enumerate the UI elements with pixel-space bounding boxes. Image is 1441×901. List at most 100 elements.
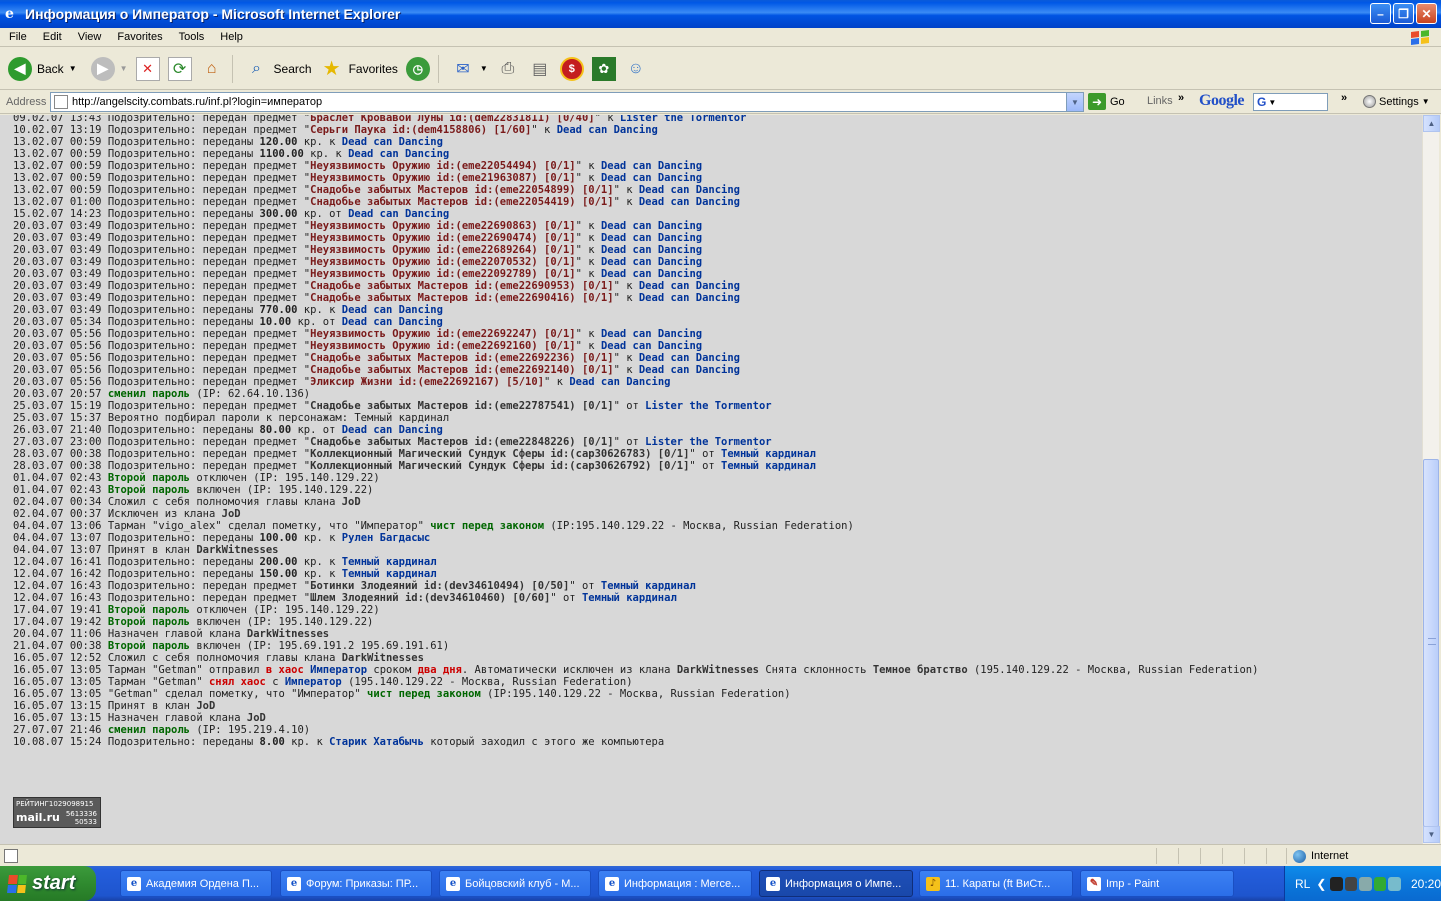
character-link[interactable]: Dead can Dancing: [348, 208, 449, 220]
steam-tray-icon[interactable]: [1344, 876, 1358, 891]
character-link[interactable]: Dead can Dancing: [342, 424, 443, 436]
task-button-1[interactable]: e Академия Ордена П...: [120, 870, 272, 897]
vertical-scrollbar[interactable]: ▲ ▼: [1422, 115, 1440, 844]
language-indicator[interactable]: RL: [1295, 877, 1310, 891]
character-link[interactable]: Темный кардинал: [582, 592, 677, 604]
character-link[interactable]: Dead can Dancing: [601, 172, 702, 184]
scroll-down-icon[interactable]: ▼: [1423, 826, 1440, 843]
google-chevron-icon[interactable]: »: [1341, 92, 1347, 104]
log-entry: 12.04.07 16:43 Подозрительно: передан пр…: [13, 580, 1258, 592]
character-link[interactable]: Рулен Багдасыс: [342, 532, 431, 544]
links-chevron-icon[interactable]: »: [1178, 92, 1184, 104]
character-link[interactable]: Dead can Dancing: [348, 148, 449, 160]
network-tray-icon[interactable]: [1359, 876, 1372, 891]
addon-button-2[interactable]: ✿: [591, 56, 616, 81]
scroll-thumb[interactable]: [1423, 459, 1439, 827]
character-link[interactable]: Lister the Tormentor: [645, 400, 771, 412]
character-link[interactable]: Dead can Dancing: [601, 160, 702, 172]
home-button[interactable]: ⌂: [200, 57, 224, 81]
rating-counter[interactable]: РЕЙТИНГ1029098915 mail.ru 5613336 50533: [13, 797, 101, 828]
character-link[interactable]: Dead can Dancing: [639, 280, 740, 292]
settings-button[interactable]: Settings ▼: [1363, 95, 1430, 108]
character-link[interactable]: Dead can Dancing: [601, 220, 702, 232]
menu-help[interactable]: Help: [211, 31, 250, 43]
messenger-button[interactable]: ☺: [624, 57, 648, 81]
task-button-5[interactable]: e Информация о Импе...: [759, 870, 913, 897]
task-button-7[interactable]: ✎ Imp - Paint: [1080, 870, 1234, 897]
maximize-button[interactable]: ❐: [1393, 3, 1414, 24]
character-link[interactable]: Старик Хатабычь: [329, 736, 424, 748]
menu-edit[interactable]: Edit: [34, 31, 69, 43]
character-link[interactable]: Dead can Dancing: [639, 184, 740, 196]
character-link[interactable]: Dead can Dancing: [639, 196, 740, 208]
refresh-button[interactable]: ⟳: [167, 56, 192, 81]
start-button[interactable]: start: [0, 866, 96, 901]
back-dropdown-icon[interactable]: ▼: [69, 64, 77, 73]
task-button-4[interactable]: e Информация : Merce...: [598, 870, 752, 897]
search-button[interactable]: ⌕ Search: [245, 57, 312, 81]
character-link[interactable]: Lister the Tormentor: [645, 436, 771, 448]
menu-favorites[interactable]: Favorites: [108, 31, 169, 43]
google-search-box[interactable]: G ▼: [1253, 93, 1328, 111]
character-link[interactable]: Lister the Tormentor: [620, 115, 746, 124]
print-button[interactable]: ⎙: [496, 57, 520, 81]
tray-expand-icon[interactable]: ❮: [1316, 877, 1326, 891]
task-button-6[interactable]: ♪ 11. Караты (ft ВиСт...: [919, 870, 1073, 897]
character-link[interactable]: Dead can Dancing: [601, 256, 702, 268]
character-link[interactable]: Темный кардинал: [601, 580, 696, 592]
mail-button[interactable]: ✉ ▼: [451, 57, 488, 81]
tray-star-icon[interactable]: [1388, 876, 1401, 891]
menu-view[interactable]: View: [69, 31, 109, 43]
task-button-2[interactable]: e Форум: Приказы: ПР...: [280, 870, 432, 897]
close-button[interactable]: ✕: [1416, 3, 1437, 24]
character-link[interactable]: Dead can Dancing: [342, 316, 443, 328]
character-link[interactable]: Dead can Dancing: [601, 340, 702, 352]
google-dropdown-icon[interactable]: ▼: [1268, 98, 1276, 107]
character-link[interactable]: Dead can Dancing: [601, 268, 702, 280]
task-button-3[interactable]: e Бойцовский клуб - М...: [439, 870, 591, 897]
go-arrow-icon: ➜: [1088, 93, 1106, 110]
history-button[interactable]: ◷: [405, 56, 430, 81]
character-link[interactable]: Dead can Dancing: [639, 364, 740, 376]
character-link[interactable]: Dead can Dancing: [342, 136, 443, 148]
system-tray: RL ❮ 20:20: [1284, 866, 1441, 901]
character-link[interactable]: Dead can Dancing: [601, 232, 702, 244]
character-link[interactable]: Темный кардинал: [342, 568, 437, 580]
character-link[interactable]: Dead can Dancing: [601, 244, 702, 256]
character-link[interactable]: Dead can Dancing: [601, 328, 702, 340]
links-button[interactable]: Links: [1147, 95, 1173, 107]
log-text: 15.02.07 14:23 Подозрительно: переданы: [13, 208, 260, 220]
mail-dropdown-icon[interactable]: ▼: [480, 64, 488, 73]
character-link[interactable]: Dead can Dancing: [569, 376, 670, 388]
go-button[interactable]: ➜ Go: [1088, 93, 1125, 110]
character-link[interactable]: Dead can Dancing: [639, 352, 740, 364]
character-link[interactable]: Темный кардинал: [721, 448, 816, 460]
log-text: 8.00: [259, 736, 285, 748]
menu-file[interactable]: File: [0, 31, 34, 43]
stop-button[interactable]: ✕: [135, 56, 160, 81]
log-text: 20.03.07 05:56 Подозрительно: передан пр…: [13, 340, 311, 352]
edit-button[interactable]: ▤: [528, 57, 552, 81]
character-link[interactable]: Император: [285, 676, 342, 688]
menu-tools[interactable]: Tools: [170, 31, 212, 43]
forward-button[interactable]: ▶ ▼: [90, 56, 128, 81]
messenger-tray-icon[interactable]: [1373, 876, 1387, 891]
log-text: 20.03.07 03:49 Подозрительно: передан пр…: [13, 292, 311, 304]
character-link[interactable]: Dead can Dancing: [557, 124, 658, 136]
character-link[interactable]: Dead can Dancing: [639, 292, 740, 304]
paint-task-icon: ✎: [1087, 876, 1101, 891]
character-link[interactable]: Император: [310, 664, 367, 676]
address-input[interactable]: [72, 96, 1052, 108]
log-text: 28.03.07 00:38 Подозрительно: передан пр…: [13, 448, 311, 460]
addon-button-1[interactable]: $: [559, 56, 584, 81]
minimize-button[interactable]: –: [1370, 3, 1391, 24]
address-dropdown-icon[interactable]: ▼: [1066, 93, 1083, 111]
favorites-button[interactable]: ★ Favorites: [320, 57, 398, 81]
back-button[interactable]: ◀ Back ▼: [8, 56, 77, 81]
character-link[interactable]: Темный кардинал: [721, 460, 816, 472]
character-link[interactable]: Dead can Dancing: [342, 304, 443, 316]
tray-app-icon[interactable]: [1330, 876, 1343, 891]
character-link[interactable]: Темный кардинал: [342, 556, 437, 568]
scroll-up-icon[interactable]: ▲: [1423, 115, 1440, 132]
log-text: 12.04.07 16:41 Подозрительно: переданы: [13, 556, 260, 568]
